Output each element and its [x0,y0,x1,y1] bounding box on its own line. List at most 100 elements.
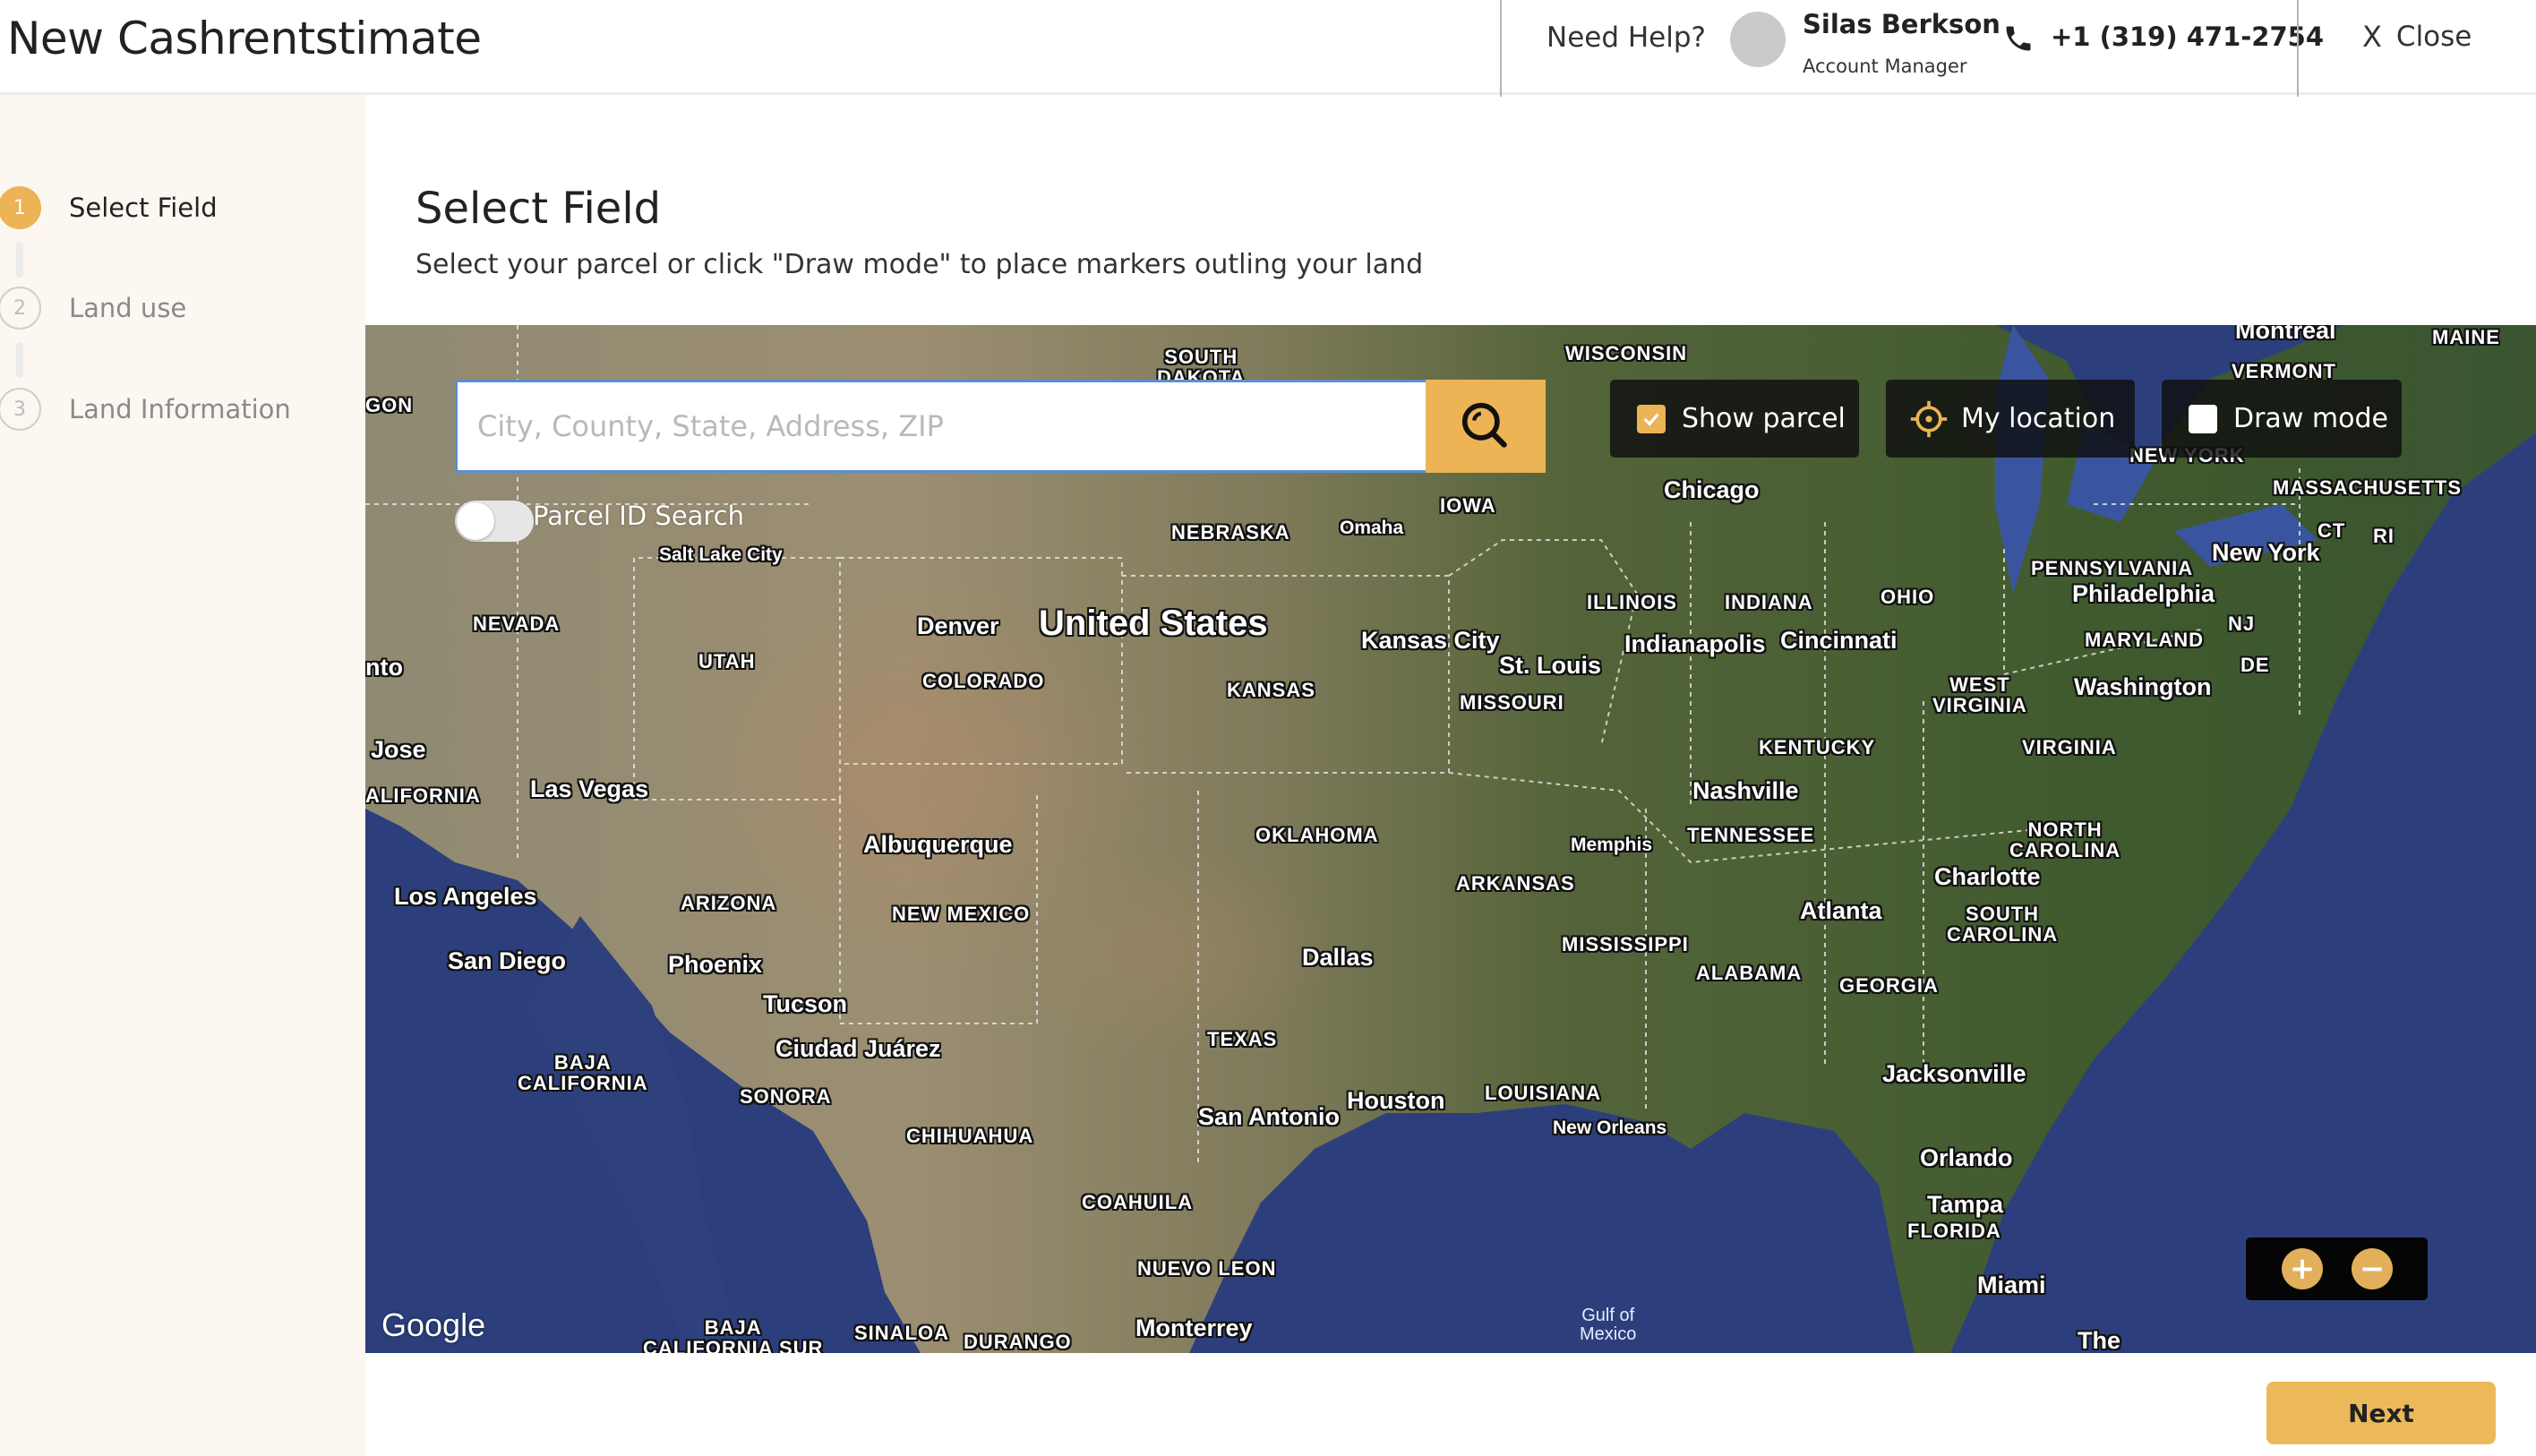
map-label-city: Las Vegas [530,775,649,802]
map-label-city: Omaha [1340,518,1404,538]
map-label-state: SONORA [740,1085,832,1108]
account-manager-role: Account Manager [1803,56,1967,77]
map-label-state: OHIO [1881,586,1935,608]
toggle-knob [457,502,494,540]
map-label-city: Orlando [1920,1144,2013,1171]
step-number: 1 [0,186,41,229]
map-label-city: Washington [2074,673,2212,700]
map-label-city: Phoenix [668,951,763,978]
map-label-state: MAINE [2432,326,2500,348]
page-title: Select Field [416,184,662,234]
map-label-state: DE [2240,654,2270,676]
map-label-state: PENNSYLVANIA [2031,557,2194,579]
parcel-id-search-toggle[interactable] [455,501,534,542]
draw-mode-checkbox[interactable]: Draw mode [2162,380,2402,458]
show-parcel-checkbox[interactable]: Show parcel [1610,380,1859,458]
map-label-state: COAHUILA [1082,1191,1194,1213]
top-header: New Cashrentstimate Need Help? Silas Ber… [0,0,2536,97]
map-label-city: Charlotte [1934,863,2041,890]
map-label-state: ARIZONA [681,892,777,914]
map-label-state: MISSISSIPPI [1562,933,1689,955]
app-title: New Cashrentstimate [7,13,482,64]
step-label: Land use [69,293,187,323]
map-label-state: UTAH [698,650,756,672]
map-label-city: Tampa [1927,1191,2004,1218]
checkbox-checked-icon [1637,404,1666,433]
google-logo: Google [381,1306,486,1343]
search-icon [1461,402,1507,448]
my-location-button[interactable]: My location [1886,380,2135,458]
map-label-city: Cincinnati [1780,627,1898,654]
map-label-state: DURANGO [964,1331,1072,1353]
map-label-state: NUEVO LEON [1137,1257,1277,1280]
map-label-city: Indianapolis [1624,630,1766,657]
map-label-city: Denver [917,612,999,639]
map-label-state: SINALOA [854,1322,949,1344]
header-divider [1500,0,1502,97]
map-label-city: Dallas [1302,944,1374,971]
map-label-city: Jacksonville [1882,1060,2026,1087]
need-help-text: Need Help? [1546,21,1706,54]
map-label-city: Montreal [2235,325,2336,344]
map-label-city: Nashville [1692,777,1799,804]
map-label-state: ALABAMA [1696,962,1803,984]
location-search [455,380,1635,473]
map-label-city: Houston [1347,1087,1445,1114]
map-label-city: New York [2212,539,2320,566]
map-label-state: TENNESSEE [1687,824,1815,846]
map-label-city: Albuquerque [863,831,1013,858]
map-label-city: St. Louis [1499,652,1601,679]
map-label-city: New Orleans [1553,1118,1667,1138]
map-label-state: LOUISIANA [1485,1082,1601,1104]
map-label-state: WEST VIRGINIA [1932,673,2027,717]
step-connector [16,242,23,278]
map-label-state: FLORIDA [1907,1220,2001,1242]
map-label-city: Philadelphia [2072,580,2215,607]
map-label-state: CHIHUAHUA [906,1125,1034,1147]
step-label: Select Field [69,193,218,223]
phone-icon [2006,26,2031,51]
map-label-state: MISSOURI [1460,691,1564,714]
stepper-sidebar: 1 Select Field 2 Land use 3 Land Informa… [0,95,365,1456]
map-label-state: ILLINOIS [1587,591,1677,613]
map-label-city: Salt Lake City [659,544,783,565]
map-label-state: KENTUCKY [1759,736,1876,758]
map-label-state: NEBRASKA [1171,521,1290,544]
search-button[interactable] [1426,380,1546,473]
location-search-input[interactable] [455,380,1426,473]
close-label: Close [2395,21,2472,53]
map-canvas[interactable]: SOUTH DAKOTA WISCONSIN VERMONT MAINE MASS… [365,325,2536,1353]
map-label-city: The [2078,1327,2121,1353]
map-label-state: VERMONT [2232,360,2336,382]
avatar [1730,12,1786,67]
map-label-city: nto [365,654,403,681]
map-label-state: WISCONSIN [1565,342,1688,364]
header-divider [2297,0,2299,97]
map-label-state: BAJA CALIFORNIA SUR [643,1316,824,1353]
zoom-out-button[interactable]: − [2352,1248,2393,1289]
map-label-city: Memphis [1571,835,1653,855]
map-label-state: SOUTH CAROLINA [1947,903,2059,946]
map-label-state: VIRGINIA [2022,736,2117,758]
parcel-id-search-label: Parcel ID Search [533,501,745,531]
step-number: 2 [0,287,41,330]
map-label-state: NORTH CAROLINA [2009,818,2121,862]
map-label-state: ALIFORNIA [365,784,481,807]
map-label-city: Chicago [1664,476,1760,503]
close-button[interactable]: X Close [2362,20,2472,54]
map-label-city: Tucson [763,990,847,1017]
map-label-state: IOWA [1440,494,1496,517]
zoom-in-button[interactable]: + [2282,1248,2323,1289]
map-label-state: CT [2318,519,2346,542]
map-label-country: United States [1039,604,1268,643]
next-button[interactable]: Next [2266,1382,2496,1444]
map-label-city: Ciudad Juárez [775,1035,941,1062]
map-label-state: COLORADO [922,670,1045,692]
checkbox-unchecked-icon [2189,404,2217,433]
map-label-water: Gulf of Mexico [1580,1306,1637,1344]
map-label-city: Los Angeles [394,883,537,910]
phone-number[interactable]: +1 (319) 471-2754 [2051,21,2324,52]
map-label-state: INDIANA [1725,591,1813,613]
map-label-city: Atlanta [1800,897,1882,924]
map-label-state: TEXAS [1207,1028,1278,1050]
